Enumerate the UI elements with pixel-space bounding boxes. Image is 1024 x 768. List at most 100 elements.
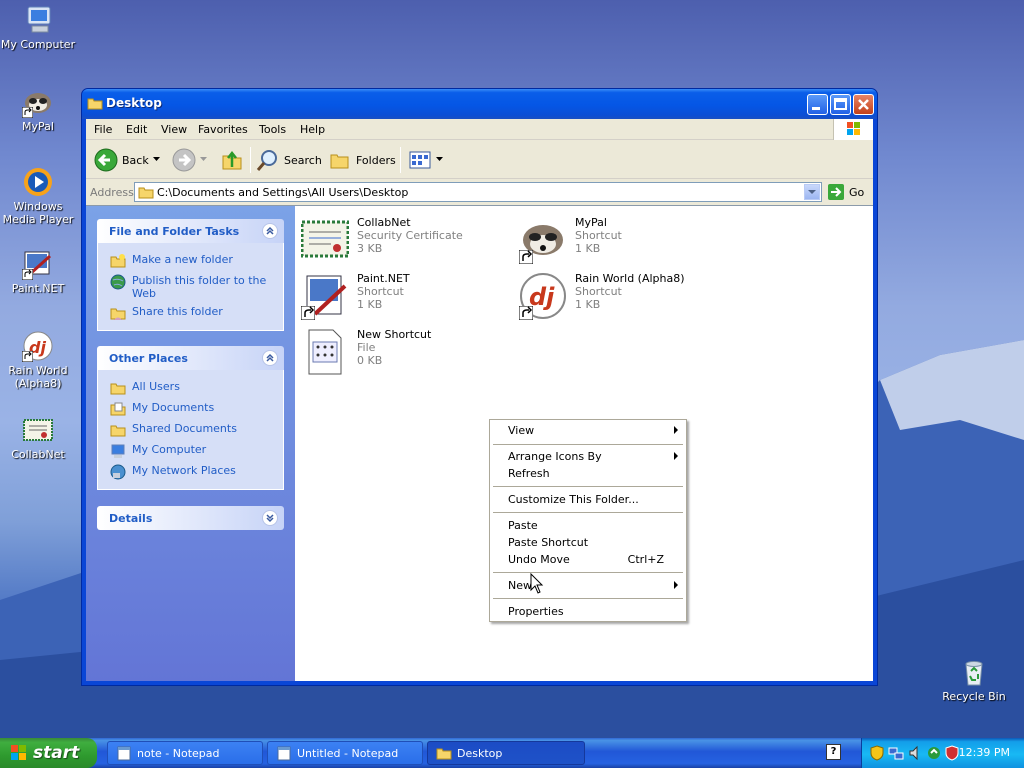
- file-name: Rain World (Alpha8): [575, 272, 685, 285]
- clock[interactable]: 12:39 PM: [959, 746, 1010, 759]
- notepad-icon: [277, 746, 291, 761]
- back-button[interactable]: Back: [94, 148, 161, 172]
- speaker-icon[interactable]: [908, 745, 924, 761]
- task-share-folder[interactable]: Share this folder: [98, 303, 283, 324]
- file-item-paint-net[interactable]: Paint.NET Shortcut 1 KB: [301, 272, 410, 320]
- menu-view[interactable]: View: [161, 123, 187, 136]
- desktop-icon-my-computer[interactable]: My Computer: [0, 4, 76, 51]
- start-button[interactable]: start: [0, 738, 97, 768]
- place-my-documents[interactable]: My Documents: [98, 399, 283, 420]
- panel-title: File and Folder Tasks: [109, 225, 240, 238]
- task-note-notepad[interactable]: note - Notepad: [107, 741, 263, 765]
- safely-remove-icon[interactable]: [926, 745, 942, 761]
- menu-tools[interactable]: Tools: [259, 123, 286, 136]
- file-item-rain-world[interactable]: dj Rain World (Alpha8) Shortcut 1 KB: [519, 272, 685, 320]
- search-button[interactable]: Search: [256, 148, 322, 172]
- task-make-new-folder[interactable]: Make a new folder: [98, 251, 283, 272]
- certificate-icon: [23, 419, 53, 441]
- share-folder-icon: [110, 308, 126, 320]
- forward-arrow-icon: [172, 148, 196, 172]
- expand-button[interactable]: [262, 510, 278, 526]
- desktop-icon-collabnet[interactable]: CollabNet: [0, 414, 76, 461]
- desktop-icon-windows-media-player[interactable]: Windows Media Player: [0, 166, 76, 226]
- forward-button[interactable]: [172, 148, 208, 172]
- details-panel: Details: [97, 506, 284, 530]
- views-button[interactable]: [408, 148, 444, 172]
- collapse-button[interactable]: [262, 223, 278, 239]
- collapse-button[interactable]: [262, 350, 278, 366]
- file-item-collabnet[interactable]: CollabNet Security Certificate 3 KB: [300, 216, 463, 264]
- title-bar[interactable]: Desktop: [82, 89, 877, 119]
- context-menu-refresh[interactable]: Refresh: [508, 467, 550, 480]
- search-label: Search: [284, 153, 322, 167]
- folders-button[interactable]: Folders: [328, 148, 396, 172]
- undo-shortcut-label: Ctrl+Z: [627, 553, 664, 566]
- place-all-users[interactable]: All Users: [98, 378, 283, 399]
- place-shared-documents[interactable]: Shared Documents: [98, 420, 283, 441]
- desktop-icon-label: Windows Media Player: [2, 200, 74, 226]
- context-menu-paste[interactable]: Paste: [508, 519, 538, 532]
- help-icon[interactable]: ?: [826, 744, 841, 760]
- file-folder-tasks-panel: File and Folder Tasks Make a new folder …: [97, 219, 284, 331]
- folder-icon: [138, 187, 154, 199]
- mouse-cursor-icon: [530, 573, 544, 594]
- desktop-icon-paint-net[interactable]: Paint.NET: [0, 248, 76, 295]
- context-menu-customize-folder[interactable]: Customize This Folder...: [508, 493, 639, 506]
- folder-icon: [436, 748, 452, 760]
- address-input[interactable]: C:\Documents and Settings\All Users\Desk…: [134, 182, 822, 202]
- panel-header[interactable]: File and Folder Tasks: [97, 219, 284, 243]
- desktop-icon-recycle-bin[interactable]: Recycle Bin: [936, 656, 1012, 703]
- context-menu-undo-move[interactable]: Undo Move: [508, 553, 570, 566]
- my-documents-icon: [110, 402, 126, 416]
- context-menu-properties[interactable]: Properties: [508, 605, 564, 618]
- file-type: File: [357, 341, 376, 354]
- panel-header[interactable]: Details: [97, 506, 284, 530]
- maximize-button[interactable]: [830, 94, 851, 115]
- go-button[interactable]: Go: [827, 183, 864, 201]
- panel-header[interactable]: Other Places: [97, 346, 284, 370]
- menu-bar: File Edit View Favorites Tools Help: [86, 119, 873, 140]
- file-type: Shortcut: [357, 285, 404, 298]
- file-size: 1 KB: [575, 242, 601, 255]
- file-item-new-shortcut[interactable]: New Shortcut File 0 KB: [301, 328, 431, 376]
- task-label: note - Notepad: [137, 746, 220, 760]
- minimize-button[interactable]: [807, 94, 828, 115]
- context-menu-arrange-icons[interactable]: Arrange Icons By: [508, 450, 602, 463]
- context-menu-paste-shortcut[interactable]: Paste Shortcut: [508, 536, 588, 549]
- file-size: 3 KB: [357, 242, 383, 255]
- desktop-icon-mypal[interactable]: MyPal: [0, 86, 76, 133]
- shield-icon[interactable]: [870, 745, 884, 761]
- desktop-icon-rain-world[interactable]: dj Rain World (Alpha8): [0, 330, 76, 390]
- my-computer-icon: [27, 6, 51, 33]
- task-untitled-notepad[interactable]: Untitled - Notepad: [267, 741, 423, 765]
- task-desktop[interactable]: Desktop: [427, 741, 585, 765]
- windows-logo: [833, 119, 873, 140]
- close-button[interactable]: [853, 94, 874, 115]
- chevron-up-icon: [266, 353, 274, 362]
- recycle-bin-icon: [965, 661, 983, 686]
- folder-icon: [110, 383, 126, 395]
- task-label: Make a new folder: [132, 253, 233, 266]
- folder-icon: [87, 98, 103, 110]
- address-dropdown-button[interactable]: [804, 184, 820, 200]
- menu-help[interactable]: Help: [300, 123, 325, 136]
- start-label: start: [33, 743, 80, 763]
- menu-edit[interactable]: Edit: [126, 123, 147, 136]
- shortcut-arrow-icon: [519, 250, 533, 264]
- system-tray: 12:39 PM: [861, 738, 1024, 768]
- context-menu-view[interactable]: View: [508, 424, 534, 437]
- back-label: Back: [122, 153, 149, 167]
- place-label: All Users: [132, 380, 180, 393]
- file-name: CollabNet: [357, 216, 411, 229]
- place-my-network-places[interactable]: My Network Places: [98, 462, 283, 483]
- up-folder-button[interactable]: [220, 148, 244, 172]
- task-publish-web[interactable]: Publish this folder to the Web: [98, 272, 283, 303]
- network-icon[interactable]: [888, 745, 904, 761]
- menu-favorites[interactable]: Favorites: [198, 123, 248, 136]
- file-item-mypal[interactable]: MyPal Shortcut 1 KB: [519, 216, 622, 264]
- close-icon: [858, 99, 869, 110]
- context-menu-new[interactable]: New: [508, 579, 532, 592]
- security-alert-icon[interactable]: [944, 745, 960, 761]
- place-my-computer[interactable]: My Computer: [98, 441, 283, 462]
- menu-file[interactable]: File: [94, 123, 112, 136]
